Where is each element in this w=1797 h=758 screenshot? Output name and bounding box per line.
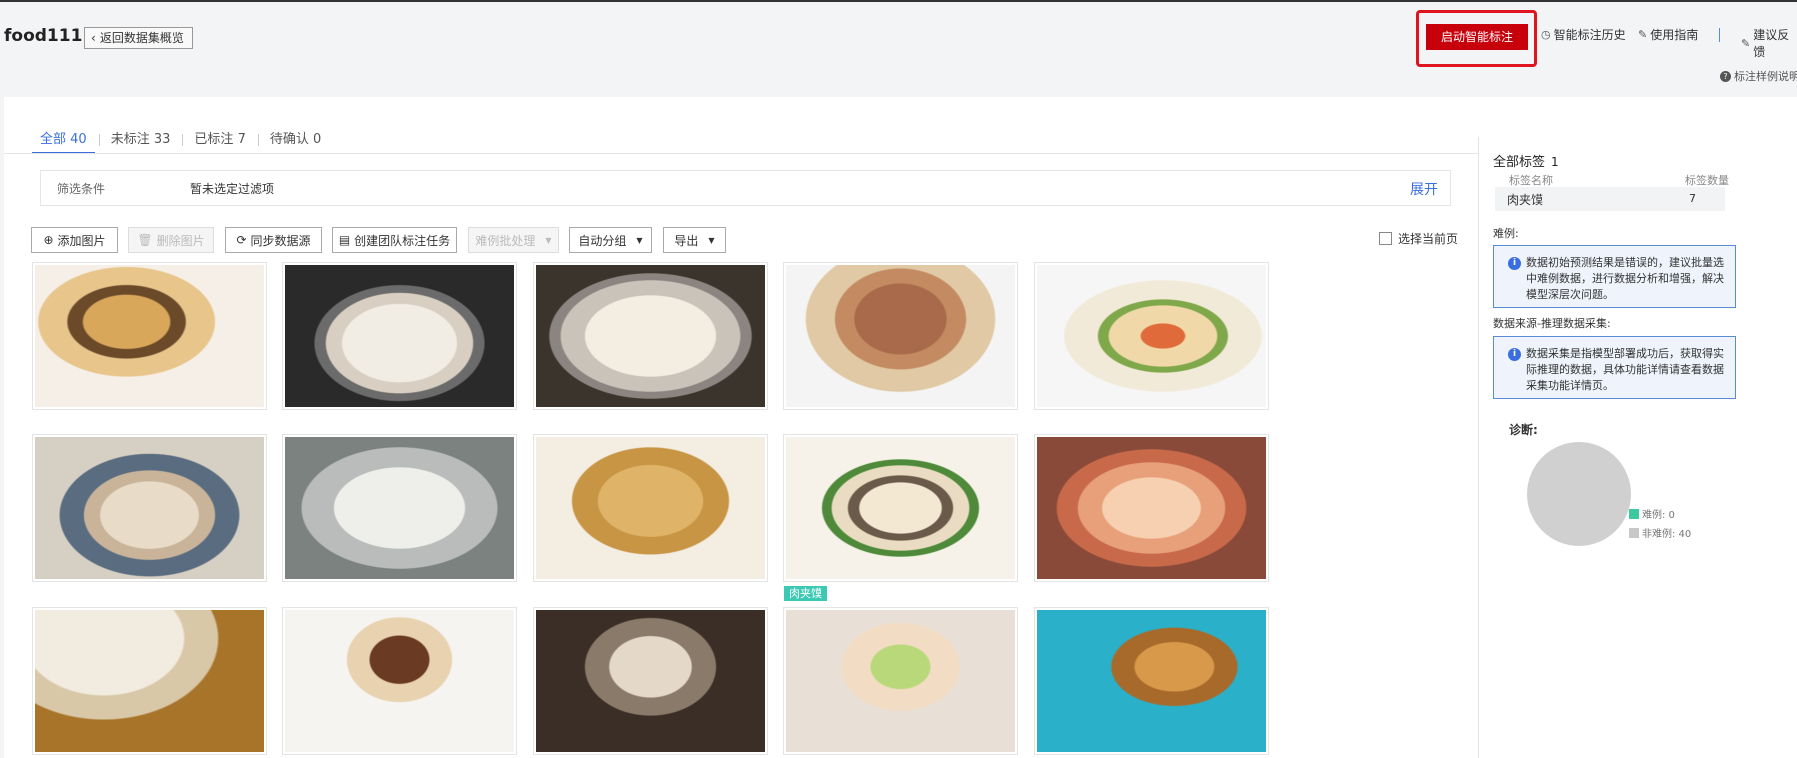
image-card[interactable]: [1034, 262, 1269, 410]
food-photo: [285, 265, 514, 407]
back-button-label: 返回数据集概览: [99, 31, 184, 45]
history-icon: ◷: [1541, 28, 1551, 41]
diagnosis-title: 诊断:: [1509, 423, 1538, 437]
food-photo: [536, 437, 765, 579]
food-photo: [786, 610, 1015, 752]
hard-example-title: 难例:: [1493, 227, 1519, 240]
food-photo: [786, 437, 1015, 579]
select-page-checkbox[interactable]: 选择当前页: [1379, 230, 1458, 247]
image-card[interactable]: 肉夹馍: [783, 434, 1018, 601]
image-card[interactable]: [533, 607, 768, 755]
export-dropdown[interactable]: 导出 ▼: [663, 227, 726, 253]
legend-hard-example: 难例: 0: [1629, 506, 1675, 521]
tab-all[interactable]: 全部 40: [28, 131, 99, 154]
filter-label: 筛选条件: [57, 182, 106, 196]
sync-source-button[interactable]: ⟳ 同步数据源: [225, 227, 322, 253]
label-name: 肉夹馍: [1507, 193, 1544, 207]
food-photo: [1037, 610, 1266, 752]
image-card[interactable]: [533, 262, 768, 410]
food-photo: [35, 265, 264, 407]
label-row[interactable]: 肉夹馍 7: [1495, 187, 1725, 211]
auto-group-dropdown[interactable]: 自动分组 ▼: [569, 227, 652, 253]
back-to-overview-button[interactable]: ‹ 返回数据集概览: [84, 27, 193, 49]
delete-image-button[interactable]: 🗑 删除图片: [128, 227, 214, 253]
feedback-label: 建议反馈: [1753, 28, 1790, 59]
history-label: 智能标注历史: [1553, 28, 1626, 42]
image-card[interactable]: [1034, 607, 1269, 755]
info-icon: i: [1508, 257, 1521, 270]
filter-value: 暂未选定过滤项: [190, 182, 275, 196]
diagnosis-pie-chart: [1527, 442, 1631, 546]
feedback-icon: ✎: [1741, 36, 1751, 50]
plus-circle-icon: ⊕: [43, 233, 54, 247]
add-image-button[interactable]: ⊕ 添加图片: [31, 227, 118, 253]
label-count: 7: [1689, 192, 1696, 205]
food-photo: [536, 265, 765, 407]
info-icon: i: [1508, 348, 1521, 361]
example-desc-link[interactable]: ? 标注样例说明: [1720, 68, 1797, 84]
start-smart-label-button[interactable]: 启动智能标注: [1426, 24, 1528, 50]
user-guide-link[interactable]: ✎ 使用指南: [1638, 26, 1698, 43]
filter-bar: 筛选条件 暂未选定过滤项 展开: [40, 170, 1451, 206]
header-separator: [1719, 28, 1720, 42]
image-card[interactable]: [533, 434, 768, 582]
col-label-name: 标签名称: [1509, 174, 1553, 187]
hard-example-batch-button[interactable]: 难例批处理 ▼: [468, 227, 559, 253]
checkbox[interactable]: [1379, 232, 1392, 245]
example-desc-label: 标注样例说明: [1734, 70, 1797, 83]
image-area: 筛选条件 暂未选定过滤项 展开 ⊕ 添加图片 🗑 删除图片 ⟳ 同步数据源 ▤ 创建团队…: [4, 154, 1478, 758]
filter-expand-link[interactable]: 展开: [1410, 179, 1438, 199]
feedback-link[interactable]: ✎ 建议反馈: [1741, 26, 1797, 60]
dataset-name: food111: [4, 26, 83, 46]
food-photo: [536, 610, 765, 752]
chevron-left-icon: ‹: [91, 31, 96, 45]
image-card[interactable]: [32, 262, 267, 410]
sync-icon: ⟳: [236, 233, 247, 247]
food-photo: [35, 610, 264, 752]
image-card[interactable]: [783, 607, 1018, 755]
main-panel: 全部 40 未标注 33 已标注 7 待确认 0 筛选条件 暂未选定过滤项 展开…: [4, 97, 1797, 758]
tab-unlabeled[interactable]: 未标注 33: [98, 131, 183, 153]
image-card[interactable]: [783, 262, 1018, 410]
legend-swatch: [1629, 508, 1639, 519]
smart-label-history-link[interactable]: ◷ 智能标注历史: [1541, 26, 1626, 43]
image-card[interactable]: [282, 607, 517, 755]
label-tag: 肉夹馍: [784, 586, 827, 601]
create-team-task-button[interactable]: ▤ 创建团队标注任务: [332, 227, 457, 253]
label-stats-panel: 全部标签 1 标签名称 标签数量 肉夹馍 7 难例: i 数据初始预测结果是错误的…: [1478, 137, 1797, 758]
food-photo: [35, 437, 264, 579]
question-icon: ?: [1720, 70, 1731, 82]
image-card[interactable]: [1034, 434, 1269, 582]
legend-swatch: [1629, 527, 1639, 538]
trash-icon: 🗑: [137, 233, 153, 247]
food-photo: [786, 265, 1015, 407]
food-photo: [285, 610, 514, 752]
legend-non-hard-example: 非难例: 40: [1629, 525, 1691, 540]
page-header: food111 ‹ 返回数据集概览 启动智能标注 ◷ 智能标注历史 ✎ 使用指南…: [0, 0, 1797, 97]
food-photo: [285, 437, 514, 579]
food-photo: [1037, 265, 1266, 407]
image-card[interactable]: [32, 607, 267, 755]
tab-labeled[interactable]: 已标注 7: [182, 131, 257, 153]
guide-label: 使用指南: [1650, 28, 1699, 42]
caret-down-icon: ▼: [545, 235, 552, 245]
caret-down-icon: ▼: [708, 235, 715, 245]
food-photo: [1037, 437, 1266, 579]
image-card[interactable]: [32, 434, 267, 582]
image-card[interactable]: [282, 262, 517, 410]
hard-example-info: i 数据初始预测结果是错误的，建议批量选中难例数据，进行数据分析和增强，解决模型…: [1493, 245, 1736, 308]
data-source-title: 数据来源-推理数据采集:: [1493, 317, 1611, 330]
image-card[interactable]: [282, 434, 517, 582]
status-tabs: 全部 40 未标注 33 已标注 7 待确认 0: [28, 131, 333, 154]
tab-pending[interactable]: 待确认 0: [257, 131, 333, 153]
data-source-info: i 数据采集是指模型部署成功后，获取得实际推理的数据，具体功能详情请查看数据采集…: [1493, 336, 1736, 399]
col-label-count: 标签数量: [1685, 174, 1729, 187]
document-icon: ▤: [338, 233, 351, 247]
caret-down-icon: ▼: [636, 235, 643, 245]
all-labels-title: 全部标签 1: [1493, 155, 1559, 170]
guide-icon: ✎: [1638, 28, 1648, 41]
